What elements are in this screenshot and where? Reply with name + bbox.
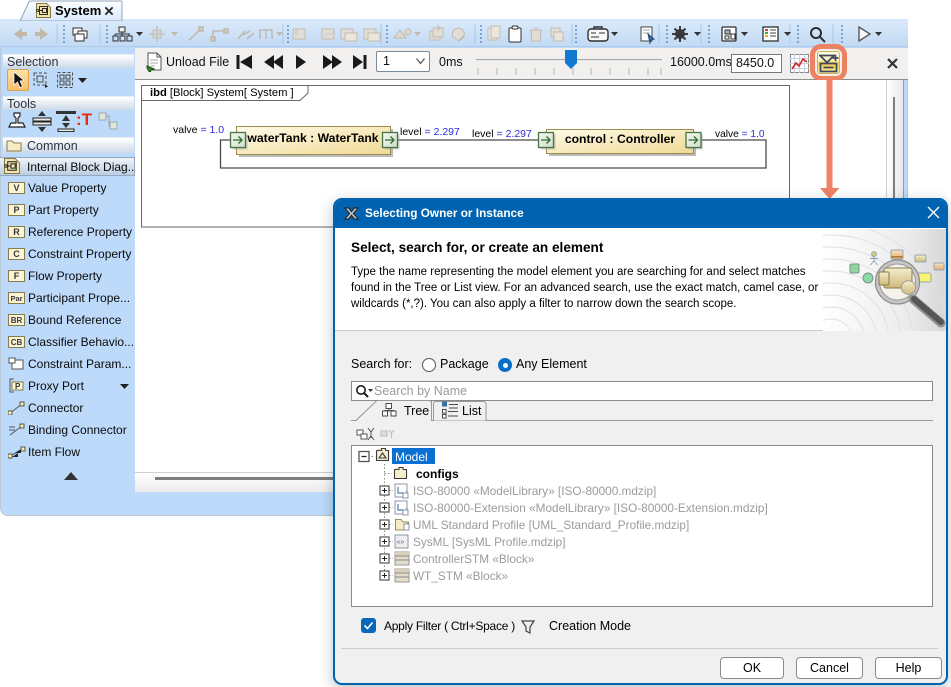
svg-text:level = 2.297: level = 2.297 bbox=[400, 126, 460, 138]
svg-text:ibd [Block] System[ System ]: ibd [Block] System[ System ] bbox=[150, 87, 294, 99]
svg-text:P: P bbox=[15, 382, 21, 391]
svg-text:control : Controller: control : Controller bbox=[565, 132, 676, 146]
svg-text:ISO-80000 «ModelLibrary» [ISO-: ISO-80000 «ModelLibrary» [ISO-80000.mdzi… bbox=[413, 484, 656, 498]
svg-text:valve = 1.0: valve = 1.0 bbox=[173, 124, 224, 136]
svg-text:«»: «» bbox=[397, 539, 405, 546]
svg-text:Tree: Tree bbox=[404, 404, 429, 418]
svg-text:level = 2.297: level = 2.297 bbox=[472, 128, 532, 140]
svg-text:WT_STM «Block»: WT_STM «Block» bbox=[413, 569, 508, 583]
svg-text:Model: Model bbox=[395, 450, 428, 464]
svg-text:SysML [SysML Profile.mdzip]: SysML [SysML Profile.mdzip] bbox=[413, 535, 566, 549]
svg-text:ISO-80000-Extension «ModelLibr: ISO-80000-Extension «ModelLibrary» [ISO-… bbox=[413, 501, 768, 515]
svg-text:List: List bbox=[462, 404, 482, 418]
svg-text:UML Standard Profile [UML_Stan: UML Standard Profile [UML_Standard_Profi… bbox=[413, 518, 689, 532]
svg-text:waterTank : WaterTank: waterTank : WaterTank bbox=[246, 131, 378, 145]
svg-text:valve = 1.0: valve = 1.0 bbox=[715, 129, 765, 140]
svg-text:ControllerSTM «Block»: ControllerSTM «Block» bbox=[413, 552, 535, 566]
svg-text:configs: configs bbox=[416, 467, 459, 481]
